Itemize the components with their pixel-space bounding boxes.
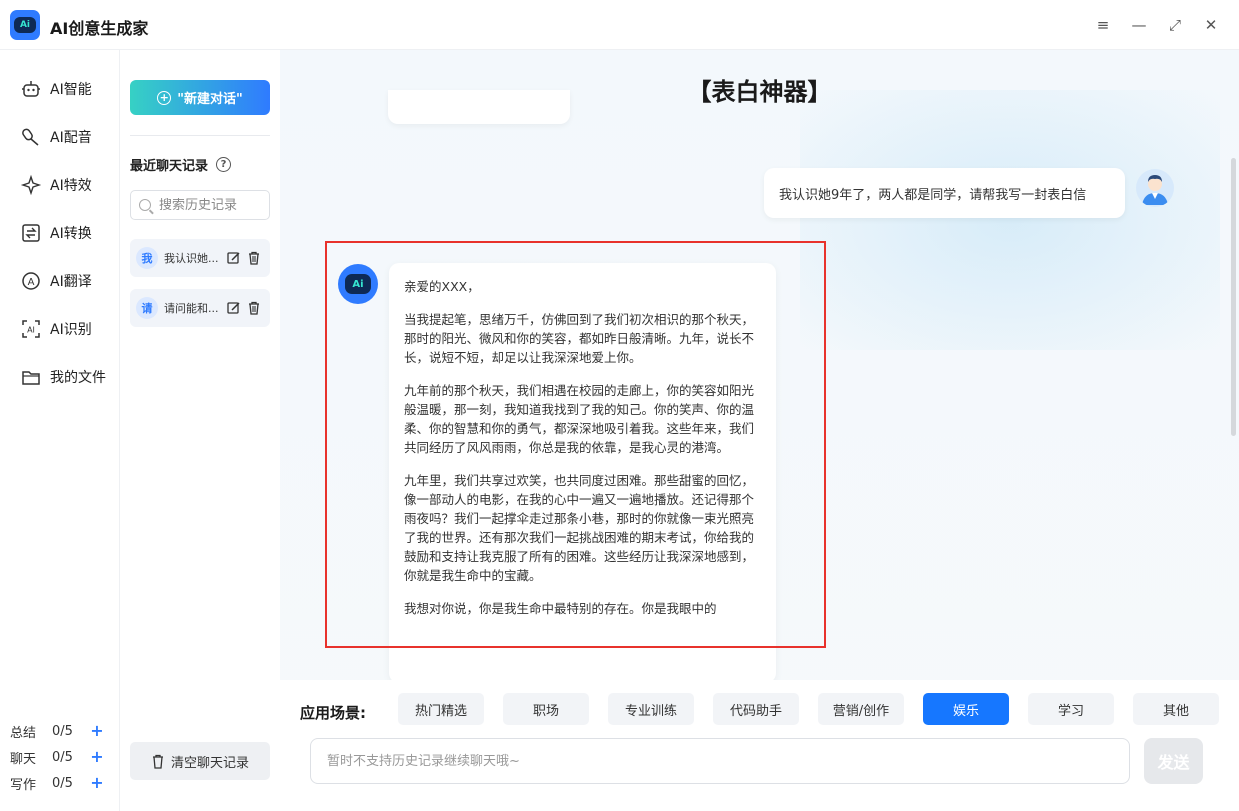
history-item[interactable]: 我 我认识她... [130,239,270,277]
quota-value: 0/5 [52,749,73,765]
add-quota-icon[interactable]: + [90,775,104,791]
nav-label: AI配音 [50,130,92,146]
background-glow [800,90,1220,350]
nav-label: 我的文件 [50,370,106,386]
svg-text:AI: AI [27,326,35,335]
quota-chat: 聊天 0/5 + [10,747,115,767]
folder-icon [22,371,40,385]
history-item-text: 请问能和... [164,302,219,315]
nav-item-ai-convert[interactable]: AI转换 [20,221,92,245]
edit-icon[interactable] [226,250,242,266]
add-quota-icon[interactable]: + [90,749,104,765]
quota-value: 0/5 [52,775,73,791]
scene-tab-marketing[interactable]: 营销/创作 [818,693,904,725]
robot-face-icon: Ai [345,274,371,294]
left-nav: AI智能 AI配音 AI特效 AI转换 A AI翻译 AI AI识别 我的文件 … [0,50,120,811]
scene-tab-study[interactable]: 学习 [1028,693,1114,725]
history-item-text: 我认识她... [164,252,219,265]
plus-circle-icon: + [157,90,172,105]
search-icon [139,199,151,211]
minimize-icon[interactable]: — [1128,14,1150,36]
translate-icon: A [22,272,40,290]
svg-text:A: A [28,277,35,288]
previous-message-bubble [388,90,570,124]
bot-message-paragraph: 九年里，我们共享过欢笑，也共同度过困难。那些甜蜜的回忆，像一部动人的电影，在我的… [404,473,755,583]
close-icon[interactable]: ✕ [1200,14,1222,36]
edit-icon[interactable] [226,300,242,316]
history-badge: 我 [136,247,158,269]
user-message-text: 我认识她9年了，两人都是同学，请帮我写一封表白信 [779,187,1087,203]
robot-face-icon: Ai [14,17,36,33]
scene-tab-hot[interactable]: 热门精选 [398,693,484,725]
bot-message-paragraph: 我想对你说，你是我生命中最特别的存在。你是我眼中的 [404,601,717,616]
nav-item-ai-recognize[interactable]: AI AI识别 [20,317,92,341]
scene-tab-code[interactable]: 代码助手 [713,693,799,725]
history-panel: + "新建对话" 最近聊天记录 ? 我 我认识她... 请 请问能和... 清空… [120,50,280,811]
recent-title-text: 最近聊天记录 [130,159,209,174]
nav-item-ai-voice[interactable]: AI配音 [20,125,92,149]
add-quota-icon[interactable]: + [90,723,104,739]
help-icon[interactable]: ? [216,157,232,172]
scene-tab-workplace[interactable]: 职场 [503,693,589,725]
delete-icon[interactable] [246,250,262,266]
maximize-icon[interactable]: ⤢ [1164,14,1186,36]
nav-item-ai-translate[interactable]: A AI翻译 [20,269,92,293]
new-chat-label: "新建对话" [177,92,243,107]
history-search [130,190,270,220]
delete-icon[interactable] [246,300,262,316]
user-avatar-icon [1142,175,1168,205]
clear-history-label: 清空聊天记录 [170,755,249,771]
scan-icon: AI [22,320,40,338]
user-message-bubble: 我认识她9年了，两人都是同学，请帮我写一封表白信 [764,168,1125,218]
bottom-bar: 应用场景: 热门精选 职场 专业训练 代码助手 营销/创作 娱乐 学习 其他 发… [280,680,1239,811]
microphone-icon [22,128,39,146]
quota-label: 写作 [10,777,37,793]
scene-label: 应用场景: [300,704,366,722]
scene-tab-entertainment[interactable]: 娱乐 [923,693,1009,725]
quota-summary: 总结 0/5 + [10,721,115,741]
nav-label: AI智能 [50,82,92,98]
scene-tab-other[interactable]: 其他 [1133,693,1219,725]
history-search-input[interactable] [159,197,259,213]
nav-item-ai-effects[interactable]: AI特效 [20,173,92,197]
nav-item-my-files[interactable]: 我的文件 [20,365,106,389]
send-button[interactable]: 发送 [1144,738,1203,784]
new-chat-button[interactable]: + "新建对话" [130,80,270,115]
quota-label: 聊天 [10,751,37,767]
quota-label: 总结 [10,725,37,741]
menu-icon[interactable]: ≡ [1092,14,1114,36]
robot-icon [22,81,40,97]
title-bar: Ai AI创意生成家 ≡ — ⤢ ✕ [0,0,1239,50]
sparkle-icon [20,174,42,196]
clear-history-button[interactable]: 清空聊天记录 [130,742,270,780]
trash-icon [152,754,163,769]
app-title: AI创意生成家 [50,19,149,38]
bot-message-paragraph: 九年前的那个秋天，我们相遇在校园的走廊上，你的笑容如阳光般温暖，那一刻，我知道我… [404,383,755,455]
nav-label: AI特效 [50,178,92,194]
convert-icon [22,224,40,242]
chat-scrollbar[interactable] [1231,158,1236,436]
chat-main: 【表白神器】 我认识她9年了，两人都是同学，请帮我写一封表白信 Ai 亲爱的XX… [280,50,1239,811]
quota-value: 0/5 [52,723,73,739]
recent-history-title: 最近聊天记录 ? [130,155,232,174]
bot-message-paragraph: 当我提起笔，思绪万千，仿佛回到了我们初次相识的那个秋天，那时的阳光、微风和你的笑… [404,312,755,365]
chat-input[interactable] [310,738,1130,784]
nav-item-ai-smart[interactable]: AI智能 [20,77,92,101]
bot-message-bubble: 亲爱的XXX， 当我提起笔，思绪万千，仿佛回到了我们初次相识的那个秋天，那时的阳… [389,263,776,683]
history-badge: 请 [136,297,158,319]
nav-label: AI翻译 [50,274,92,290]
user-avatar [1136,169,1174,207]
app-logo-icon: Ai [10,10,40,40]
quota-writing: 写作 0/5 + [10,773,115,793]
bot-message-paragraph: 亲爱的XXX， [404,279,480,294]
divider [130,135,270,136]
nav-label: AI识别 [50,322,92,338]
bot-avatar: Ai [338,264,378,304]
scene-tab-training[interactable]: 专业训练 [608,693,694,725]
history-item[interactable]: 请 请问能和... [130,289,270,327]
nav-label: AI转换 [50,226,92,242]
